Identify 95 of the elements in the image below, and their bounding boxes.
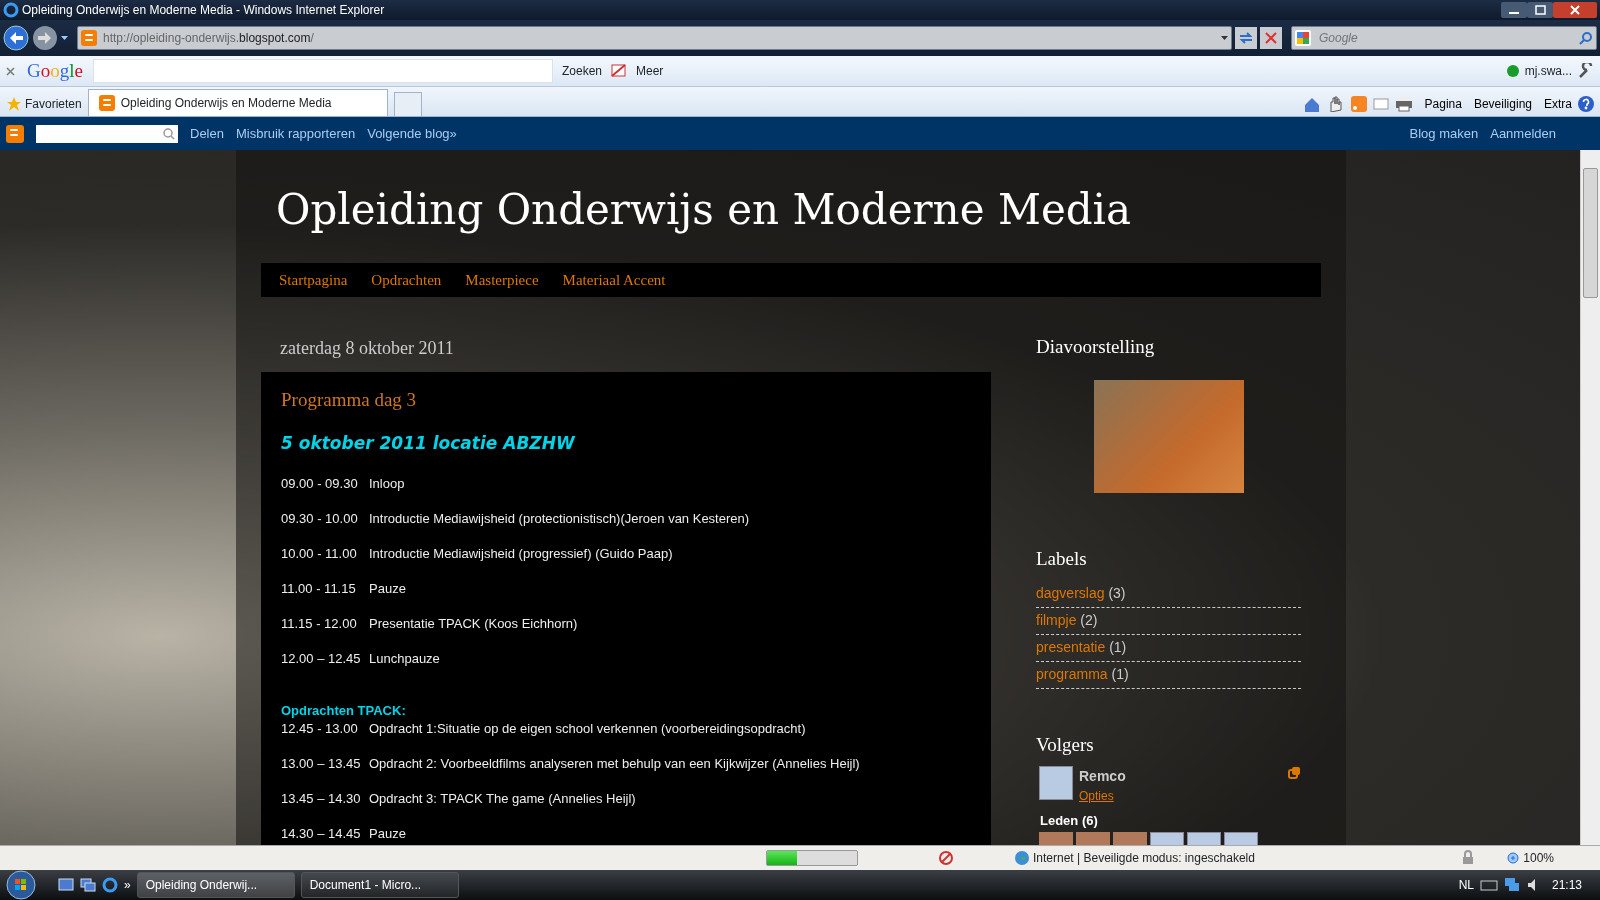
home-icon[interactable] bbox=[1302, 96, 1321, 112]
command-menu[interactable]: Extra bbox=[1544, 95, 1572, 113]
schedule-row-text: 12.45 - 13.00 Opdracht 1:Situatie op de eigen school verkennen (voorbereidingsopdracht) bbox=[281, 720, 807, 738]
label-count: (1) bbox=[1111, 666, 1129, 682]
search-field[interactable]: Google bbox=[1317, 28, 1579, 48]
dropdown-caret-icon[interactable] bbox=[61, 36, 68, 40]
nav-link[interactable]: Startpagina bbox=[279, 268, 348, 292]
star-icon bbox=[6, 96, 22, 112]
account-button[interactable]: mj.swa... bbox=[1524, 62, 1572, 80]
blogger-icon bbox=[81, 30, 97, 46]
toolbar-search-field[interactable] bbox=[92, 59, 553, 83]
widget-title: Diavoorstelling bbox=[1036, 335, 1156, 359]
search-button[interactable]: Zoeken bbox=[558, 62, 605, 80]
ie-logo-icon[interactable] bbox=[102, 877, 118, 893]
window-switch-icon[interactable] bbox=[80, 877, 96, 893]
schedule-heading: Opdrachten TPACK: bbox=[281, 702, 407, 719]
widget-title: Volgers bbox=[1036, 733, 1095, 757]
schedule-row-text: 12.00 – 12.45 Lunchpauze bbox=[281, 650, 441, 668]
window-title: Opleiding Onderwijs en Moderne Media - Windows Internet Explorer bbox=[22, 2, 385, 19]
start-button-icon[interactable] bbox=[6, 870, 36, 900]
schedule-row-text: 11.00 - 11.15 Pauze bbox=[281, 580, 407, 598]
nav-link[interactable]: Opdrachten bbox=[371, 268, 442, 292]
zoom-button[interactable]: 100% bbox=[1523, 849, 1554, 867]
zoom-icon[interactable] bbox=[1506, 851, 1521, 865]
ie-logo-icon bbox=[3, 2, 19, 18]
navbar-link[interactable]: Aanmelden bbox=[1490, 123, 1556, 144]
schedule-row-text: 13.45 – 14.30 Opdracht 3: TPACK The game (Annelies Heijl) bbox=[281, 790, 637, 808]
privacy-icon[interactable] bbox=[938, 850, 954, 866]
navbar-link[interactable]: Volgende blog» bbox=[367, 123, 457, 144]
browser-tab[interactable]: Opleiding Onderwijs en Moderne Media bbox=[87, 89, 388, 116]
blog-title: Opleiding Onderwijs en Moderne Media bbox=[275, 184, 1133, 236]
navbar-link[interactable]: Blog maken bbox=[1409, 123, 1479, 144]
search-icon[interactable] bbox=[162, 127, 175, 140]
caret-icon[interactable] bbox=[1221, 36, 1228, 40]
navbar-link[interactable]: Delen bbox=[190, 123, 224, 144]
zone-status: Internet | Beveiligde modus: ingeschakeld bbox=[1033, 850, 1255, 867]
help-icon[interactable] bbox=[1578, 96, 1594, 112]
nav-link[interactable]: Materiaal Accent bbox=[562, 268, 666, 292]
clock[interactable]: 21:13 bbox=[1551, 876, 1582, 894]
favorites-button[interactable]: Favorieten bbox=[25, 95, 82, 113]
language-indicator[interactable]: NL bbox=[1458, 876, 1474, 894]
widget-title: Labels bbox=[1036, 546, 1088, 571]
command-menu[interactable]: Pagina bbox=[1424, 95, 1462, 113]
more-button[interactable]: Meer bbox=[633, 62, 667, 80]
command-menu[interactable]: Beveiliging bbox=[1473, 95, 1532, 113]
blogger-icon[interactable] bbox=[6, 124, 24, 143]
printer-icon[interactable] bbox=[1394, 96, 1413, 112]
blogger-icon bbox=[98, 95, 115, 111]
address-field[interactable]: http://opleiding-onderwijs.blogspot.com/ bbox=[77, 26, 1232, 50]
close-icon[interactable] bbox=[1553, 2, 1597, 18]
label-link[interactable]: dagverslag bbox=[1036, 585, 1105, 601]
desktop-icon[interactable] bbox=[58, 877, 74, 893]
schedule-row-text: 14.30 – 14.45 Pauze bbox=[281, 825, 407, 843]
restore-icon[interactable] bbox=[1527, 2, 1553, 18]
schedule-row-text: 10.00 - 11.00 Introductie Mediawijsheid (progressief) (Guido Paap) bbox=[281, 545, 674, 563]
post-subtitle: 5 oktober 2011 locatie ABZHW bbox=[281, 431, 577, 455]
avatar-icon bbox=[1039, 765, 1073, 800]
post-date: zaterdag 8 oktober 2011 bbox=[279, 337, 455, 360]
google-icon bbox=[1295, 30, 1311, 46]
taskbar-button[interactable]: Document1 - Micro... bbox=[300, 872, 459, 898]
more-icons-chevron[interactable]: » bbox=[124, 876, 131, 894]
back-icon[interactable] bbox=[3, 25, 29, 51]
post-title[interactable]: Programma dag 3 bbox=[281, 386, 971, 415]
stop-icon[interactable] bbox=[1260, 27, 1282, 49]
schedule-row-text: 13.00 – 13.45 Opdracht 2: Voorbeeldfilms analyseren met behulp van een Kijkwijzer (Annelies Heijl) bbox=[281, 755, 861, 773]
popup-blocker-icon[interactable] bbox=[611, 63, 627, 79]
label-count: (3) bbox=[1108, 585, 1126, 601]
network-icon[interactable] bbox=[1503, 877, 1520, 893]
search-icon[interactable] bbox=[1579, 31, 1593, 45]
schedule-row-text: 09.30 - 10.00 Introductie Mediawijsheid (protectionistisch)(Jeroen van Kesteren) bbox=[281, 510, 751, 528]
members-label: Leden (6) bbox=[1040, 811, 1099, 830]
schedule-row-text: 09.00 - 09.30 Inloop bbox=[281, 475, 406, 493]
navbar-link[interactable]: Misbruik rapporteren bbox=[235, 123, 356, 144]
options-link[interactable]: Opties bbox=[1079, 788, 1114, 803]
schedule-row-text: 11.15 - 12.00 Presentatie TPACK (Koos Eichhorn) bbox=[281, 615, 579, 633]
label-link[interactable]: filmpje bbox=[1036, 612, 1077, 628]
nav-link[interactable]: Masterpiece bbox=[465, 268, 539, 292]
follower-name: Remco bbox=[1079, 766, 1126, 786]
label-count: (1) bbox=[1109, 639, 1127, 655]
globe-icon bbox=[1014, 850, 1030, 866]
close-icon[interactable] bbox=[6, 66, 15, 76]
scrollbar[interactable] bbox=[1580, 150, 1600, 845]
blog-search-field[interactable] bbox=[36, 124, 178, 143]
search-box[interactable]: Google bbox=[1291, 26, 1597, 50]
label-link[interactable]: presentatie bbox=[1036, 639, 1106, 655]
keyboard-icon[interactable] bbox=[1479, 877, 1498, 893]
google-logo: Google bbox=[27, 58, 83, 83]
forward-icon[interactable] bbox=[32, 25, 58, 51]
taskbar-button[interactable]: Opleiding Onderwij... bbox=[136, 872, 295, 898]
label-link[interactable]: programma bbox=[1036, 666, 1108, 682]
minimize-icon[interactable] bbox=[1501, 2, 1527, 18]
status-dot-icon bbox=[1506, 65, 1519, 77]
popout-icon[interactable] bbox=[1288, 765, 1301, 779]
refresh-icon[interactable] bbox=[1235, 27, 1257, 49]
label-count: (2) bbox=[1080, 612, 1098, 628]
